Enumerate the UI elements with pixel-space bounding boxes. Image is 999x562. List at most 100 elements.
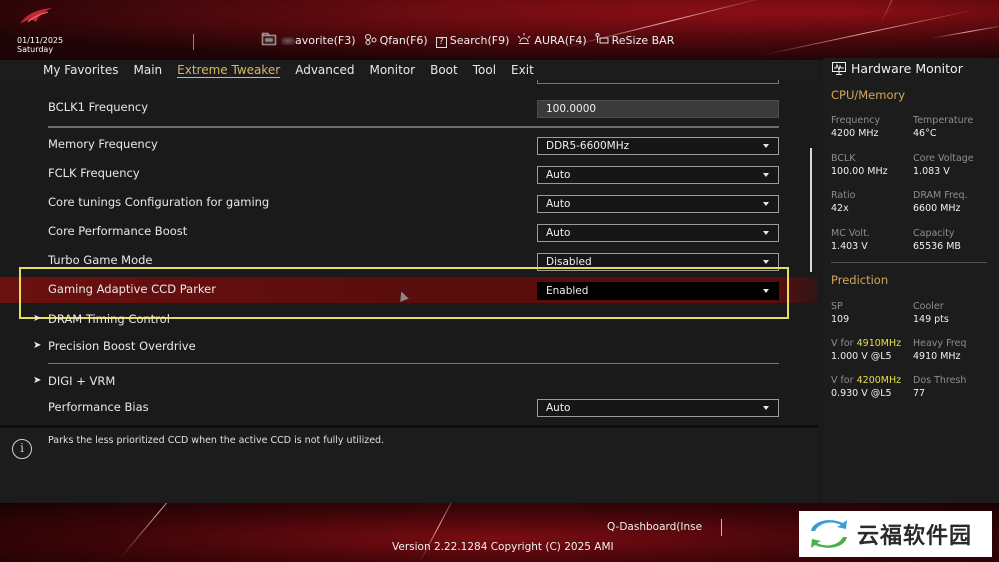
hw-cooler: Cooler 149 pts [913,300,949,326]
hw-label: MC Volt. [831,228,870,239]
qfan-label: Qfan(F6) [379,34,428,47]
memory-frequency-select[interactable]: DDR5-6600MHz [537,137,779,155]
hw-ratio: Ratio 42x [831,189,855,215]
bclk1-input[interactable]: 100.0000 [537,100,779,118]
header-banner: 01/11/2025 Saturday avorite(F3) Qfan(F6)… [0,0,999,60]
core-tunings-select[interactable]: Auto [537,195,779,213]
hw-value: 1.403 V [831,241,868,252]
submenu-dram-timing[interactable]: ➤ DRAM Timing Control [0,311,818,340]
hw-value: 4200 MHz [831,128,879,139]
core-performance-boost-select[interactable]: Auto [537,224,779,242]
monitor-icon [832,62,846,75]
tab-tool[interactable]: Tool [473,63,496,77]
tab-boot[interactable]: Boot [430,63,458,77]
setting-label: Turbo Game Mode [48,253,153,267]
hw-label: Temperature [913,115,974,126]
favorite-icon [262,33,278,48]
hardware-monitor-panel: Hardware Monitor CPU/Memory Frequency 42… [823,58,999,503]
hw-label: Heavy Freq [913,338,967,349]
setting-row-bclk1: BCLK1 Frequency 100.0000 [0,98,818,127]
hw-mc-volt: MC Volt. 1.403 V [831,227,870,253]
aura-icon [517,33,531,48]
hw-label: Frequency [831,115,881,126]
submenu-label: Precision Boost Overdrive [48,339,196,353]
tab-advanced[interactable]: Advanced [295,63,354,77]
setting-row-memory-frequency: Memory Frequency DDR5-6600MHz [0,135,818,164]
hw-value: 65536 MB [913,241,961,252]
setting-label: BCLK1 Frequency [48,100,149,114]
hw-label: Cooler [913,301,944,312]
hw-temperature: Temperature 46°C [913,114,973,140]
hw-label: Core Voltage [913,153,974,164]
favorite-label: avorite(F3) [295,34,356,47]
watermark-logo: 云福软件园 [799,511,992,557]
tab-extreme-tweaker[interactable]: Extreme Tweaker [177,63,281,78]
hw-value: 6600 MHz [913,203,961,214]
hw-heavy-freq: Heavy Freq 4910 MHz [913,337,966,363]
select-value: Auto [546,227,571,239]
submenu-label: DRAM Timing Control [48,312,170,326]
help-icon: ? [435,34,447,48]
watermark-text: 云福软件园 [857,524,973,549]
setting-label: Core tunings Configuration for gaming [48,195,270,209]
setting-row-performance-bias: Performance Bias Auto [0,398,818,425]
header-toolbar: avorite(F3) Qfan(F6) ? Search(F9) AURA(F… [262,33,682,48]
hw-value: 1.000 V @L5 [831,351,892,362]
tab-my-favorites[interactable]: My Favorites [43,63,118,77]
setting-label: Memory Frequency [48,137,158,151]
decor-streak [759,9,976,56]
aura-button[interactable]: AURA(F4) [517,33,587,48]
main-nav: My Favorites Main Extreme Tweaker Advanc… [0,60,818,80]
watermark-swirl-icon [811,520,847,548]
settings-panel: BCLK1 Frequency 100.0000 Memory Frequenc… [0,80,818,425]
hw-bclk: BCLK 100.00 MHz [831,152,888,178]
hw-capacity: Capacity 65536 MB [913,227,961,253]
footer-divider [721,519,722,536]
hw-value: 149 pts [913,314,949,325]
setting-row-fclk-frequency: FCLK Frequency Auto [0,164,818,193]
fan-icon [364,33,377,48]
hw-label-freq: 4200MHz [856,375,902,386]
performance-bias-select[interactable]: Auto [537,399,779,417]
chevron-right-icon: ➤ [33,340,42,351]
fclk-frequency-select[interactable]: Auto [537,166,779,184]
version-text: Version 2.22.1284 Copyright (C) 2025 AMI [392,541,614,553]
select-value: DDR5-6600MHz [546,140,630,152]
chevron-down-icon [763,173,769,177]
setting-label: Performance Bias [48,400,149,414]
select-value: Auto [546,198,571,210]
chevron-down-icon [763,231,769,235]
setting-row-core-tunings: Core tunings Configuration for gaming Au… [0,193,818,222]
select-value: Auto [546,402,571,414]
section-divider [48,126,779,128]
resize-bar-button[interactable]: ReSize BAR [595,33,675,48]
aura-label: AURA(F4) [534,34,587,47]
hw-value: 4910 MHz [913,351,961,362]
setting-label: FCLK Frequency [48,166,140,180]
settings-scrollbar[interactable] [810,148,812,272]
tab-main[interactable]: Main [133,63,162,77]
hw-label: V for 4200MHz [831,374,901,387]
resize-bar-icon [595,33,609,48]
hw-label: DRAM Freq. [913,190,968,201]
tab-exit[interactable]: Exit [511,63,534,77]
hw-value: 100.00 MHz [831,166,888,177]
favorite-button[interactable]: avorite(F3) [262,33,356,48]
decor-streak [929,24,999,39]
hw-value: 42x [831,203,849,214]
date-display: 01/11/2025 Saturday [17,36,63,54]
hw-v-for-4910: V for 4910MHz 1.000 V @L5 [831,337,901,363]
hw-value: 46°C [913,128,937,139]
hw-label: Capacity [913,228,955,239]
hardware-monitor-label: Hardware Monitor [851,61,963,76]
q-dashboard-button[interactable]: Q-Dashboard(Inse [607,521,702,533]
qfan-button[interactable]: Qfan(F6) [364,33,428,48]
search-button[interactable]: ? Search(F9) [435,34,509,48]
tab-monitor[interactable]: Monitor [369,63,415,77]
date-text: 01/11/2025 [17,36,64,45]
help-text: Parks the less prioritized CCD when the … [48,435,385,446]
previous-field-edge [537,80,779,84]
weekday-text: Saturday [17,45,54,54]
setting-row-core-performance-boost: Core Performance Boost Auto [0,222,818,251]
resize-bar-label: ReSize BAR [611,34,675,47]
